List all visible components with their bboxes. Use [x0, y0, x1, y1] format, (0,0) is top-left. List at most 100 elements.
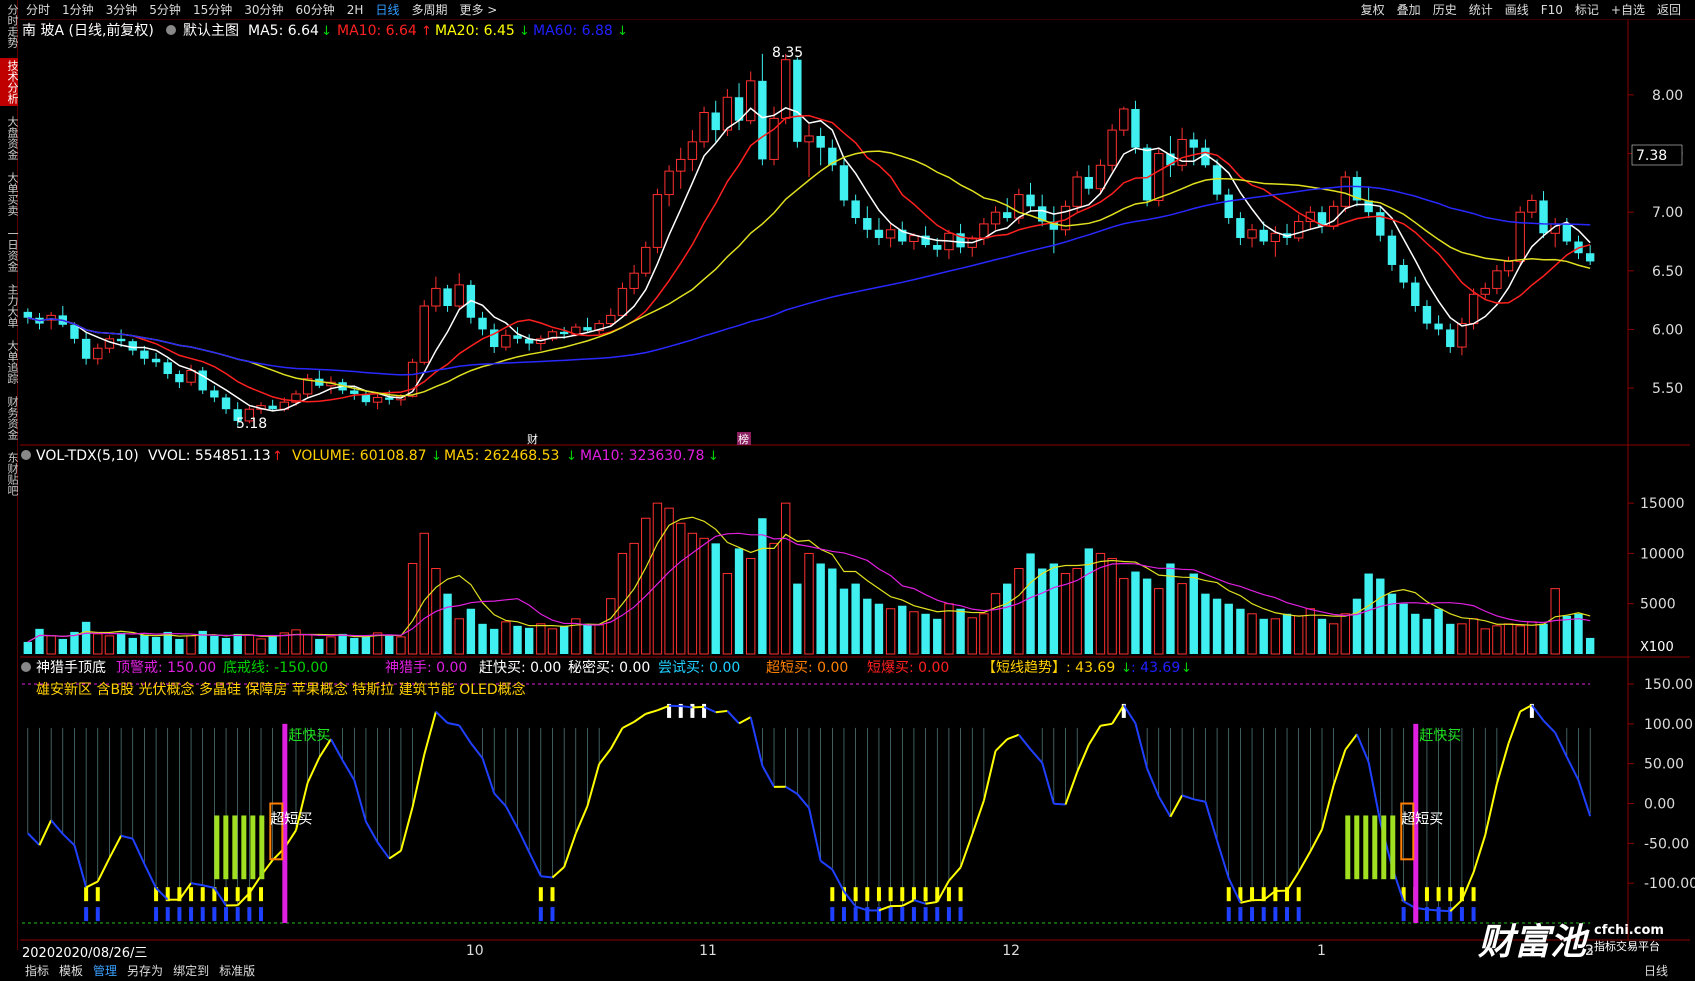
billboard-marker[interactable]: 榜: [738, 432, 749, 446]
candle-body: [1189, 139, 1198, 148]
bottom-band-blue: [1401, 907, 1406, 922]
candle-body: [1503, 260, 1514, 272]
bottom-band-blue: [154, 907, 159, 922]
logo-main: 财富池: [1478, 921, 1587, 963]
ma10-label: MA10: 6.64: [337, 23, 417, 39]
volume-bar: [1177, 583, 1187, 655]
candle-body: [874, 229, 884, 238]
candle-body: [1154, 153, 1164, 201]
bottom-band-yellow: [876, 887, 881, 902]
volume-bar: [1259, 618, 1268, 654]
volume-bar: [780, 502, 791, 655]
bottom-band-yellow: [853, 887, 858, 902]
volume-bar: [396, 636, 406, 655]
bottom-band-yellow: [224, 887, 229, 902]
indicator-line-segment: [1344, 733, 1358, 751]
volume-bar: [583, 623, 592, 654]
candle-body: [1224, 194, 1233, 219]
volume-bar: [699, 537, 709, 655]
settings-icon[interactable]: [166, 25, 176, 35]
volume-bar: [1387, 593, 1397, 654]
volume-bar: [350, 637, 359, 654]
volume-bar: [466, 608, 476, 654]
candle-body: [1212, 165, 1222, 195]
volume-bar: [1212, 598, 1222, 654]
vol-ma10-label: MA10: 323630.78: [580, 448, 704, 464]
indicator-line-segment: [85, 880, 99, 889]
candle-body: [128, 341, 137, 351]
candle-body: [140, 350, 149, 359]
volume-bar: [547, 628, 558, 655]
status-item-0[interactable]: 指标: [20, 962, 54, 979]
volume-bar: [746, 557, 756, 655]
bottom-band-yellow: [84, 887, 89, 902]
indicator-line-segment: [458, 724, 472, 744]
status-item-3[interactable]: 另存为: [122, 962, 168, 979]
volume-bar: [338, 633, 347, 654]
ind-tick-label: 50.00: [1644, 757, 1684, 773]
trend-label: 【短线趋势】: 43.69: [982, 660, 1115, 676]
top-warn-label: 顶警戒: 150.00: [116, 660, 216, 676]
stock-name-label: 南 玻A (日线,前复权): [22, 22, 154, 39]
candle-body: [839, 165, 849, 201]
indicator-line-segment: [1087, 725, 1102, 746]
price-tick-label: 7.00: [1652, 205, 1683, 221]
vvol-up-arrow: ↑: [272, 449, 283, 464]
candle-body: [1095, 164, 1106, 190]
concepts-label: 雄安新区 含B股 光伏概念 多晶硅 保障房 苹果概念 特斯拉 建筑节能 OLED…: [36, 681, 526, 698]
indicator-line-segment: [120, 834, 134, 840]
volume-bar: [140, 634, 149, 654]
volume-bar: [1142, 578, 1152, 654]
volume-bar: [1014, 568, 1024, 655]
candle-body: [1328, 205, 1339, 227]
indicator-line-segment: [1029, 748, 1043, 764]
secret-buy-bar: [214, 815, 220, 880]
volume-bar: [361, 635, 371, 654]
volume-bar: [1457, 623, 1467, 655]
indicator-series: 赶快买超短买 赶快买超短买: [22, 683, 1592, 924]
ma5-down-arrow: ↓: [321, 24, 332, 39]
bottom-band-blue: [165, 907, 170, 922]
period-status-label[interactable]: 日线: [1639, 962, 1673, 979]
volume-bar: [1119, 578, 1129, 655]
secret-buy-bar: [250, 815, 256, 880]
indicator-line-segment: [715, 709, 728, 714]
indicator-line-segment: [971, 800, 985, 835]
bottom-band-yellow: [911, 887, 916, 902]
logo-sub: 指标交易平台: [1594, 940, 1661, 953]
settings-icon[interactable]: [21, 450, 31, 460]
indicator-line-segment: [411, 754, 426, 808]
bottom-band-yellow: [235, 887, 240, 902]
candle-body: [1340, 176, 1351, 207]
indicator-line-segment: [1100, 722, 1113, 727]
volume-bar: [1562, 615, 1572, 654]
vol-tick-label: 10000: [1640, 546, 1685, 562]
status-item-4[interactable]: 绑定到: [168, 962, 214, 979]
candle-body: [454, 284, 464, 307]
bottom-band-yellow: [923, 887, 928, 902]
settings-icon[interactable]: [21, 662, 31, 672]
indicator-line-segment: [1169, 794, 1183, 818]
indicator-line-segment: [540, 875, 553, 879]
high-price-label: 8.35: [772, 45, 803, 61]
status-item-1[interactable]: 模板: [54, 962, 88, 979]
ultra-buy-label: 超短买: [270, 811, 312, 827]
status-item-5[interactable]: 标准版: [214, 962, 260, 979]
status-item-2[interactable]: 管理: [88, 962, 122, 979]
bottom-band-blue: [888, 907, 893, 922]
indicator-line-segment: [563, 833, 577, 868]
volume-bar: [1003, 583, 1012, 654]
finance-marker[interactable]: 财: [527, 432, 538, 446]
volume-bar: [1376, 578, 1385, 654]
candle-body: [350, 390, 359, 394]
bottom-band-blue: [95, 907, 100, 922]
candle-body: [629, 272, 639, 289]
indicator-line-segment: [959, 834, 974, 868]
volume-bar: [1399, 603, 1408, 654]
indicator-line-segment: [1565, 756, 1580, 781]
volume-bar: [1270, 618, 1281, 655]
ind-tick-label: 100.00: [1644, 717, 1693, 733]
chart-area[interactable]: 赶快买超短买赶快买超短买 8.007.507.006.506.005.50150…: [0, 0, 1695, 960]
indicator-line-segment: [341, 759, 356, 781]
indicator-line-segment: [761, 765, 775, 788]
